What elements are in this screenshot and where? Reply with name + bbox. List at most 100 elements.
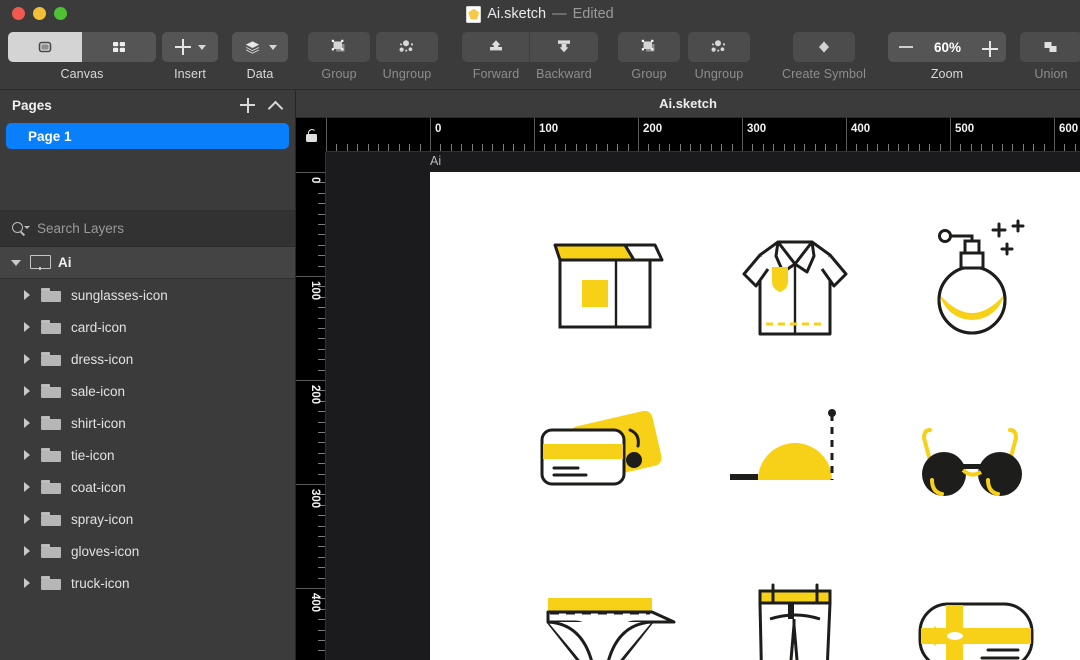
union-icon[interactable] bbox=[1020, 32, 1080, 62]
ruler-lock-button[interactable] bbox=[296, 118, 326, 152]
artboard-ai[interactable] bbox=[430, 172, 1080, 660]
canvas-group[interactable]: Canvas bbox=[8, 32, 156, 81]
pages-header: Pages bbox=[0, 90, 295, 120]
zoom-group[interactable]: 60% Zoom bbox=[888, 32, 1006, 81]
triangle-right-icon[interactable] bbox=[24, 450, 30, 460]
diamond-icon[interactable] bbox=[793, 32, 855, 62]
triangle-down-icon[interactable] bbox=[11, 260, 21, 266]
move-backward-icon[interactable] bbox=[530, 32, 598, 62]
box-icon[interactable] bbox=[530, 222, 680, 347]
plus-icon[interactable] bbox=[982, 41, 995, 54]
horizontal-ruler[interactable]: 0100200300400500600 bbox=[326, 118, 1080, 152]
perfume-spray-icon[interactable] bbox=[910, 217, 1060, 342]
ruler-tick bbox=[690, 144, 691, 151]
move-forward-icon[interactable] bbox=[462, 32, 530, 62]
search-input[interactable]: Search Layers bbox=[37, 221, 124, 236]
list-item[interactable]: card-icon bbox=[0, 311, 295, 343]
group-icon[interactable] bbox=[308, 32, 370, 62]
toolbar: Canvas Insert Data Group bbox=[0, 28, 1080, 90]
ruler-label: 300 bbox=[309, 489, 321, 508]
briefs-icon[interactable] bbox=[530, 582, 680, 660]
ungroup-button-label: Ungroup bbox=[383, 67, 432, 81]
triangle-right-icon[interactable] bbox=[24, 418, 30, 428]
arrange-group[interactable]: Forward Backward bbox=[462, 32, 598, 81]
search-layers-row[interactable]: Search Layers bbox=[0, 211, 295, 247]
list-item[interactable]: truck-icon bbox=[0, 567, 295, 599]
canvas-area[interactable]: 0100200300400500600 0100200300400 Ai bbox=[296, 118, 1080, 660]
list-item[interactable]: spray-icon bbox=[0, 503, 295, 535]
union-button[interactable]: Union bbox=[1020, 32, 1080, 81]
triangle-right-icon[interactable] bbox=[24, 482, 30, 492]
ruler-label: 300 bbox=[747, 123, 766, 135]
list-item[interactable]: tie-icon bbox=[0, 439, 295, 471]
insert-button[interactable] bbox=[162, 32, 218, 62]
ungroup-icon[interactable] bbox=[688, 32, 750, 62]
insert-group[interactable]: Insert bbox=[162, 32, 218, 81]
artboard-label[interactable]: Ai bbox=[430, 154, 441, 168]
canvas-viewport[interactable]: Ai bbox=[326, 152, 1080, 660]
cap-icon[interactable] bbox=[720, 402, 870, 527]
artboard-icon bbox=[30, 255, 49, 270]
list-item[interactable]: sale-icon bbox=[0, 375, 295, 407]
list-item[interactable]: shirt-icon bbox=[0, 407, 295, 439]
ruler-tick bbox=[318, 266, 325, 267]
pages-header-label: Pages bbox=[12, 98, 52, 113]
ungroup-icon[interactable] bbox=[376, 32, 438, 62]
ruler-tick bbox=[503, 144, 504, 151]
list-item[interactable]: dress-icon bbox=[0, 343, 295, 375]
layer-root-artboard-ai[interactable]: Ai bbox=[0, 247, 295, 279]
grid-view-icon[interactable] bbox=[82, 32, 156, 62]
list-item[interactable]: coat-icon bbox=[0, 471, 295, 503]
polo-shirt-icon[interactable] bbox=[720, 222, 870, 347]
create-symbol-button[interactable]: Create Symbol bbox=[782, 32, 866, 81]
ungroup-button[interactable]: Ungroup bbox=[376, 32, 438, 81]
folder-icon bbox=[41, 352, 61, 367]
group-icon[interactable] bbox=[618, 32, 680, 62]
triangle-right-icon[interactable] bbox=[24, 322, 30, 332]
canvas-view-icon[interactable] bbox=[8, 32, 82, 62]
vertical-ruler[interactable]: 0100200300400 bbox=[296, 152, 326, 660]
ruler-tick bbox=[472, 144, 473, 151]
trousers-icon[interactable] bbox=[720, 577, 870, 660]
group-button-2[interactable]: Group bbox=[618, 32, 680, 81]
ruler-tick bbox=[929, 144, 930, 151]
gift-card-icon[interactable] bbox=[910, 582, 1060, 660]
zoom-stepper[interactable]: 60% bbox=[888, 32, 1006, 62]
ruler-tick bbox=[318, 474, 325, 475]
data-button[interactable] bbox=[232, 32, 288, 62]
ruler-tick bbox=[773, 144, 774, 151]
ruler-tick bbox=[318, 640, 325, 641]
list-item[interactable]: sunglasses-icon bbox=[0, 279, 295, 311]
data-group[interactable]: Data bbox=[232, 32, 288, 81]
canvas-group-label: Canvas bbox=[61, 67, 104, 81]
add-page-button[interactable] bbox=[240, 98, 255, 113]
layer-root-label: Ai bbox=[58, 255, 72, 270]
arrange-segmented-control[interactable] bbox=[462, 32, 598, 62]
triangle-right-icon[interactable] bbox=[24, 514, 30, 524]
triangle-right-icon[interactable] bbox=[24, 386, 30, 396]
triangle-right-icon[interactable] bbox=[24, 546, 30, 556]
collapse-pages-button[interactable] bbox=[269, 98, 283, 112]
document-tab-label[interactable]: Ai.sketch bbox=[659, 96, 717, 111]
group-button[interactable]: Group bbox=[308, 32, 370, 81]
list-item[interactable]: gloves-icon bbox=[0, 535, 295, 567]
ruler-tick bbox=[888, 144, 889, 151]
ruler-tick bbox=[318, 255, 325, 256]
ruler-tick bbox=[296, 276, 325, 277]
ruler-tick bbox=[711, 144, 712, 151]
credit-card-icon[interactable] bbox=[530, 402, 680, 527]
chevron-down-icon[interactable] bbox=[269, 45, 277, 50]
canvas-segmented-control[interactable] bbox=[8, 32, 156, 62]
ruler-tick bbox=[1044, 144, 1045, 151]
triangle-right-icon[interactable] bbox=[24, 354, 30, 364]
layer-label: shirt-icon bbox=[71, 416, 126, 431]
page-item-page-1[interactable]: Page 1 bbox=[6, 123, 289, 149]
sketch-document-icon bbox=[466, 6, 481, 23]
ruler-tick bbox=[318, 318, 325, 319]
chevron-down-icon[interactable] bbox=[198, 45, 206, 50]
ungroup-button-2[interactable]: Ungroup bbox=[688, 32, 750, 81]
sunglasses-icon[interactable] bbox=[910, 402, 1060, 527]
minus-icon[interactable] bbox=[899, 46, 913, 48]
triangle-right-icon[interactable] bbox=[24, 578, 30, 588]
triangle-right-icon[interactable] bbox=[24, 290, 30, 300]
